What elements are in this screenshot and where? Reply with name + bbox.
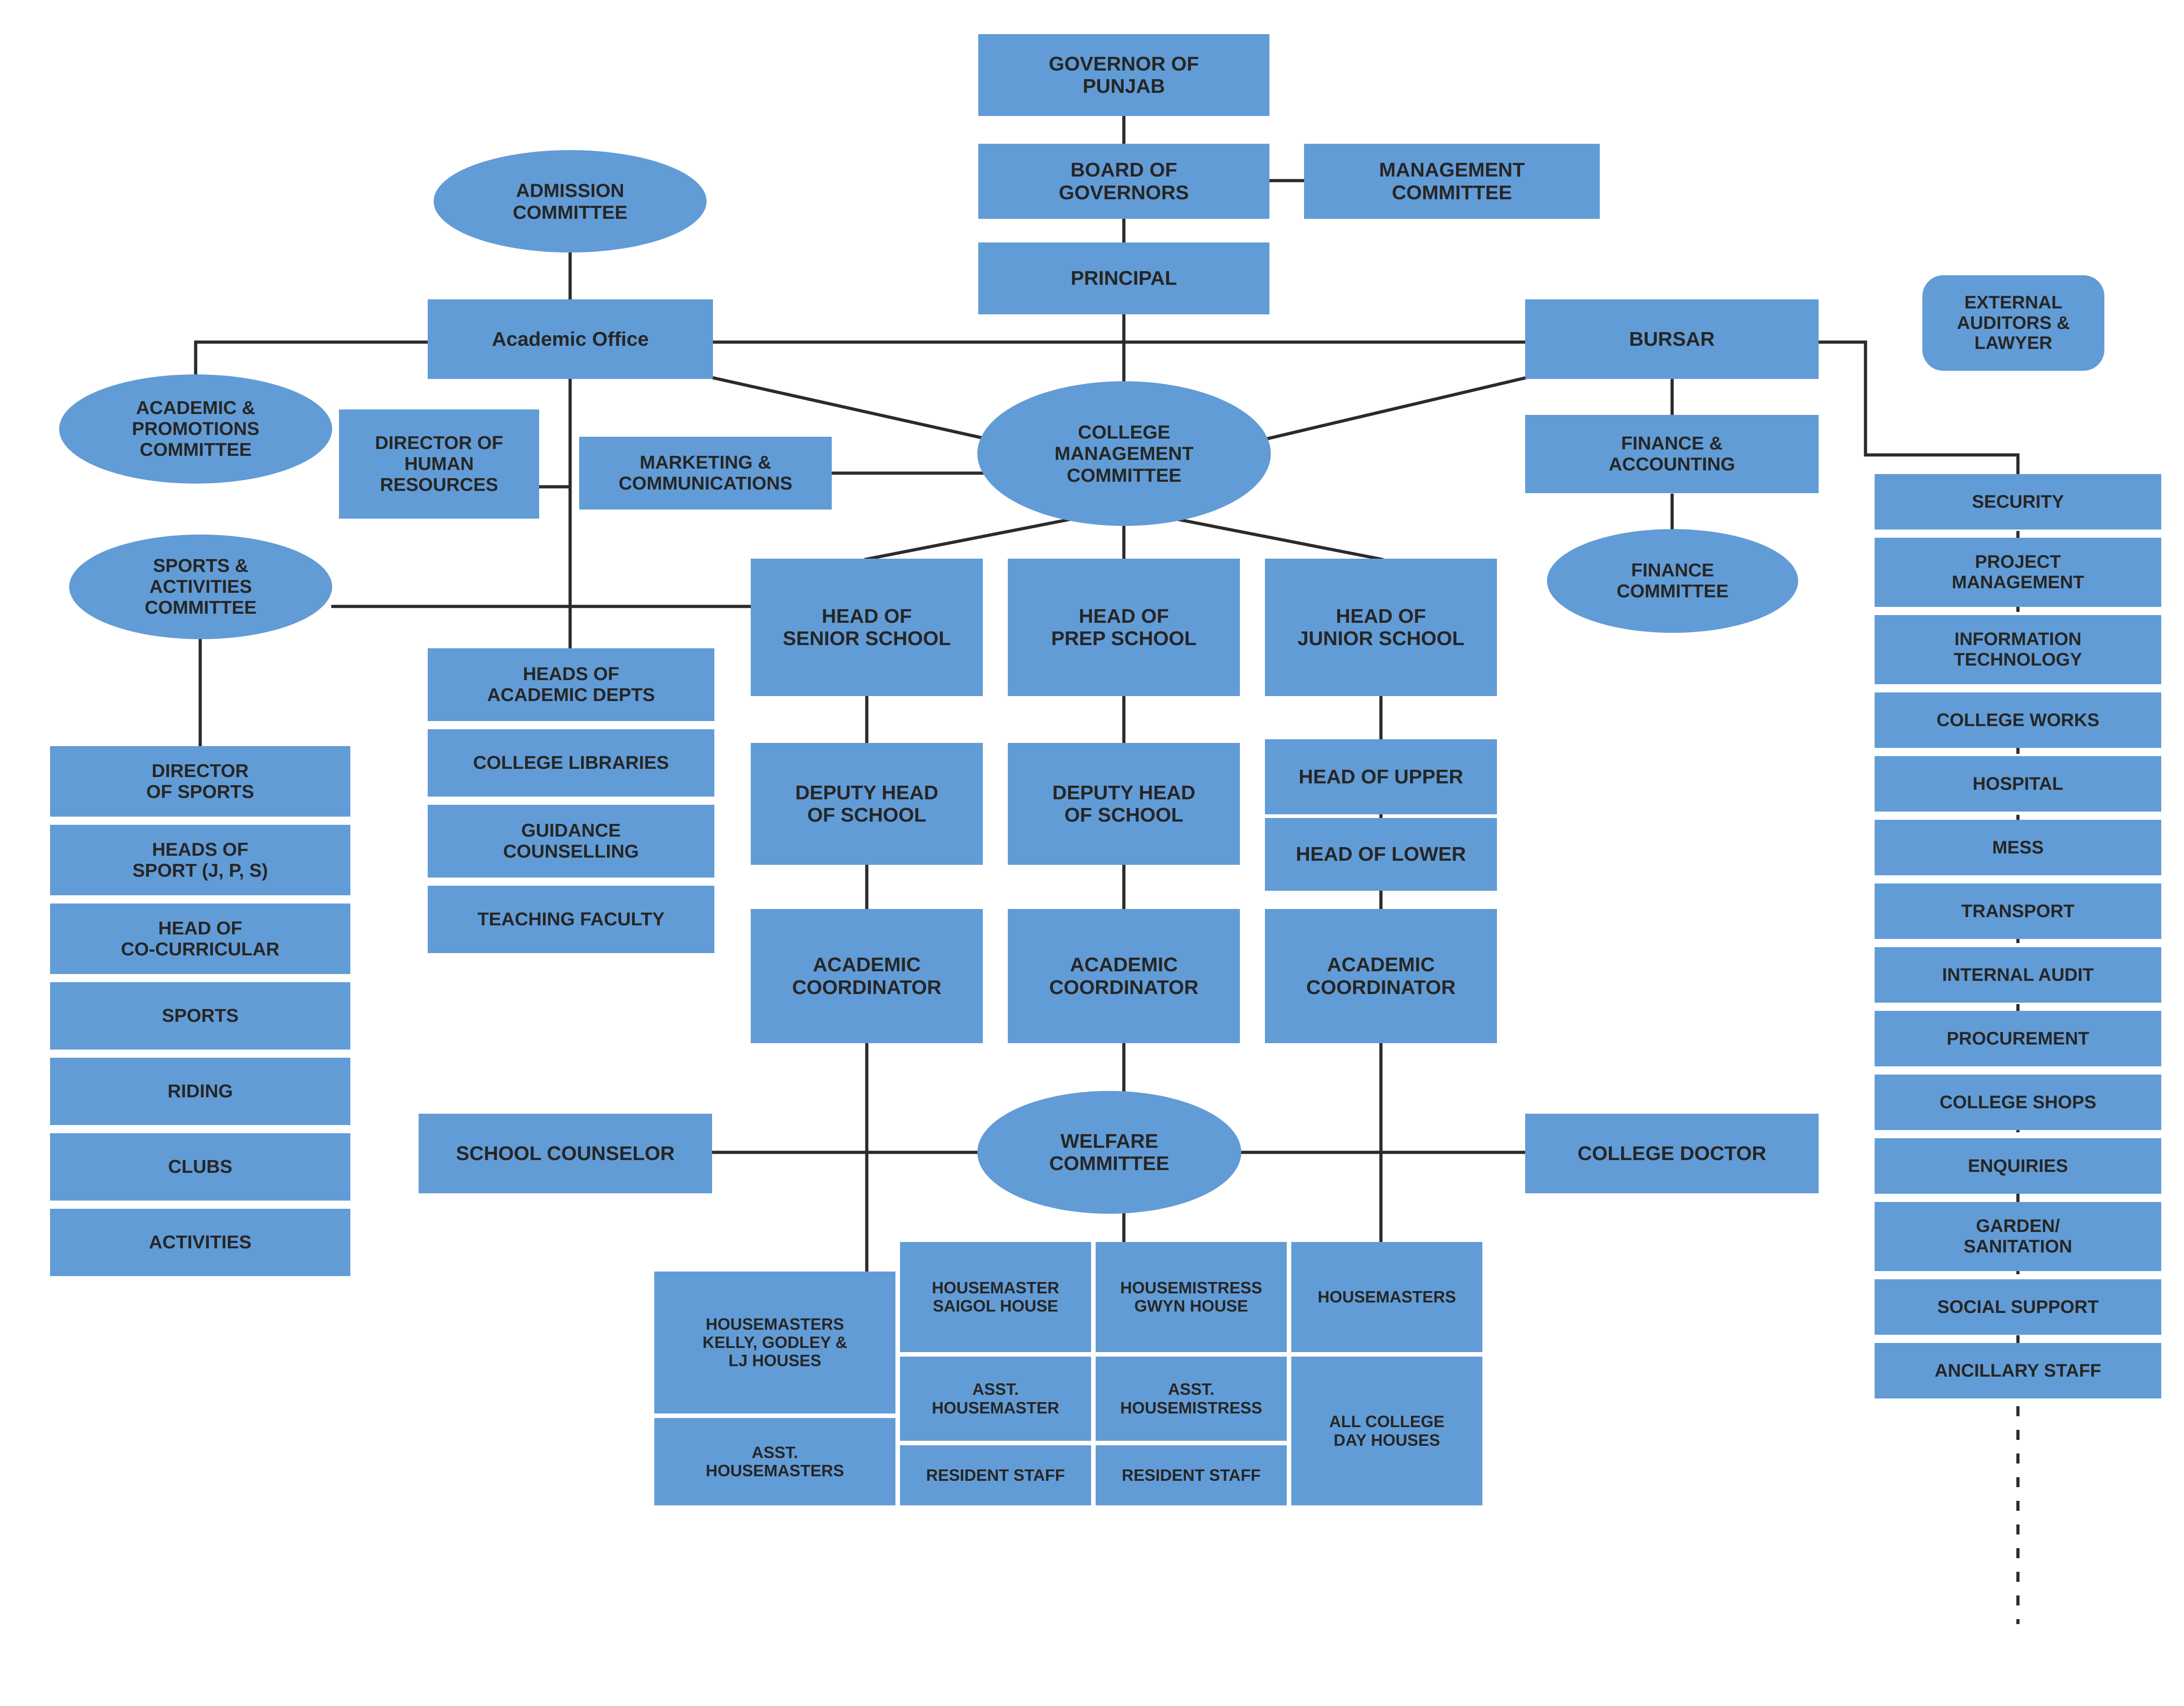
node-resident-staff-gwyn[interactable]: RESIDENT STAFF [1096, 1445, 1287, 1505]
node-service-item-13[interactable]: ANCILLARY STAFF [1875, 1343, 2161, 1398]
org-chart-canvas: GOVERNOR OF PUNJAB BOARD OF GOVERNORS MA… [0, 0, 2184, 1706]
node-sports-item-3[interactable]: SPORTS [50, 982, 350, 1050]
node-service-item-0[interactable]: SECURITY [1875, 474, 2161, 530]
node-service-item-12[interactable]: SOCIAL SUPPORT [1875, 1279, 2161, 1335]
node-principal[interactable]: PRINCIPAL [978, 242, 1269, 314]
node-service-item-9[interactable]: COLLEGE SHOPS [1875, 1075, 2161, 1130]
node-academic-office[interactable]: Academic Office [428, 299, 713, 379]
node-school-counselor[interactable]: SCHOOL COUNSELOR [419, 1114, 712, 1193]
node-welfare-committee[interactable]: WELFARE COMMITTEE [977, 1091, 1241, 1214]
node-sports-item-5[interactable]: CLUBS [50, 1133, 350, 1201]
node-service-item-6[interactable]: TRANSPORT [1875, 883, 2161, 939]
node-housemaster-saigol-house[interactable]: HOUSEMASTER SAIGOL HOUSE [900, 1242, 1091, 1352]
node-marketing-communications[interactable]: MARKETING & COMMUNICATIONS [579, 437, 832, 510]
node-external-auditors-lawyer[interactable]: EXTERNAL AUDITORS & LAWYER [1922, 275, 2104, 371]
node-academic-item-2[interactable]: GUIDANCE COUNSELLING [428, 805, 714, 878]
node-service-item-10[interactable]: ENQUIRIES [1875, 1138, 2161, 1194]
node-deputy-head-senior[interactable]: DEPUTY HEAD OF SCHOOL [751, 743, 983, 865]
node-service-item-11[interactable]: GARDEN/ SANITATION [1875, 1202, 2161, 1271]
node-academic-coordinator-prep[interactable]: ACADEMIC COORDINATOR [1008, 909, 1240, 1043]
node-finance-committee[interactable]: FINANCE COMMITTEE [1547, 529, 1798, 633]
node-academic-item-1[interactable]: COLLEGE LIBRARIES [428, 729, 714, 797]
node-housemistress-gwyn-house[interactable]: HOUSEMISTRESS GWYN HOUSE [1096, 1242, 1287, 1352]
node-sports-item-1[interactable]: HEADS OF SPORT (J, P, S) [50, 825, 350, 895]
node-academic-coordinator-junior[interactable]: ACADEMIC COORDINATOR [1265, 909, 1497, 1043]
node-resident-staff-saigol[interactable]: RESIDENT STAFF [900, 1445, 1091, 1505]
node-housemasters-day[interactable]: HOUSEMASTERS [1291, 1242, 1482, 1352]
node-college-doctor[interactable]: COLLEGE DOCTOR [1525, 1114, 1819, 1193]
node-governor-of-punjab[interactable]: GOVERNOR OF PUNJAB [978, 34, 1269, 116]
node-finance-accounting[interactable]: FINANCE & ACCOUNTING [1525, 415, 1819, 493]
node-academic-coordinator-senior[interactable]: ACADEMIC COORDINATOR [751, 909, 983, 1043]
node-service-item-3[interactable]: COLLEGE WORKS [1875, 692, 2161, 748]
node-academic-item-3[interactable]: TEACHING FACULTY [428, 886, 714, 953]
node-asst-housemasters[interactable]: ASST. HOUSEMASTERS [654, 1418, 895, 1505]
node-sports-activities-committee[interactable]: SPORTS & ACTIVITIES COMMITTEE [69, 535, 332, 639]
node-sports-item-2[interactable]: HEAD OF CO-CURRICULAR [50, 903, 350, 974]
node-service-item-7[interactable]: INTERNAL AUDIT [1875, 947, 2161, 1003]
node-academic-promotions-committee[interactable]: ACADEMIC & PROMOTIONS COMMITTEE [59, 374, 332, 484]
node-head-of-prep-school[interactable]: HEAD OF PREP SCHOOL [1008, 559, 1240, 696]
node-head-of-junior-school[interactable]: HEAD OF JUNIOR SCHOOL [1265, 559, 1497, 696]
node-admission-committee[interactable]: ADMISSION COMMITTEE [434, 150, 707, 252]
node-housemasters-kelly-godley-lj[interactable]: HOUSEMASTERS KELLY, GODLEY & LJ HOUSES [654, 1272, 895, 1413]
node-asst-housemistress[interactable]: ASST. HOUSEMISTRESS [1096, 1357, 1287, 1441]
node-academic-item-0[interactable]: HEADS OF ACADEMIC DEPTS [428, 648, 714, 721]
node-bursar[interactable]: BURSAR [1525, 299, 1819, 379]
node-sports-item-0[interactable]: DIRECTOR OF SPORTS [50, 746, 350, 817]
node-service-item-8[interactable]: PROCUREMENT [1875, 1011, 2161, 1066]
node-head-of-senior-school[interactable]: HEAD OF SENIOR SCHOOL [751, 559, 983, 696]
node-service-item-2[interactable]: INFORMATION TECHNOLOGY [1875, 615, 2161, 684]
node-director-human-resources[interactable]: DIRECTOR OF HUMAN RESOURCES [339, 409, 539, 519]
node-deputy-head-prep[interactable]: DEPUTY HEAD OF SCHOOL [1008, 743, 1240, 865]
node-board-of-governors[interactable]: BOARD OF GOVERNORS [978, 144, 1269, 219]
node-head-of-upper[interactable]: HEAD OF UPPER [1265, 739, 1497, 814]
node-sports-item-6[interactable]: ACTIVITIES [50, 1209, 350, 1276]
node-service-item-5[interactable]: MESS [1875, 820, 2161, 875]
node-service-item-1[interactable]: PROJECT MANAGEMENT [1875, 538, 2161, 607]
node-asst-housemaster[interactable]: ASST. HOUSEMASTER [900, 1357, 1091, 1441]
node-sports-item-4[interactable]: RIDING [50, 1058, 350, 1125]
node-management-committee[interactable]: MANAGEMENT COMMITTEE [1304, 144, 1600, 219]
node-college-management-committee[interactable]: COLLEGE MANAGEMENT COMMITTEE [977, 381, 1271, 526]
node-head-of-lower[interactable]: HEAD OF LOWER [1265, 818, 1497, 891]
node-all-college-day-houses[interactable]: ALL COLLEGE DAY HOUSES [1291, 1357, 1482, 1505]
node-service-item-4[interactable]: HOSPITAL [1875, 756, 2161, 812]
